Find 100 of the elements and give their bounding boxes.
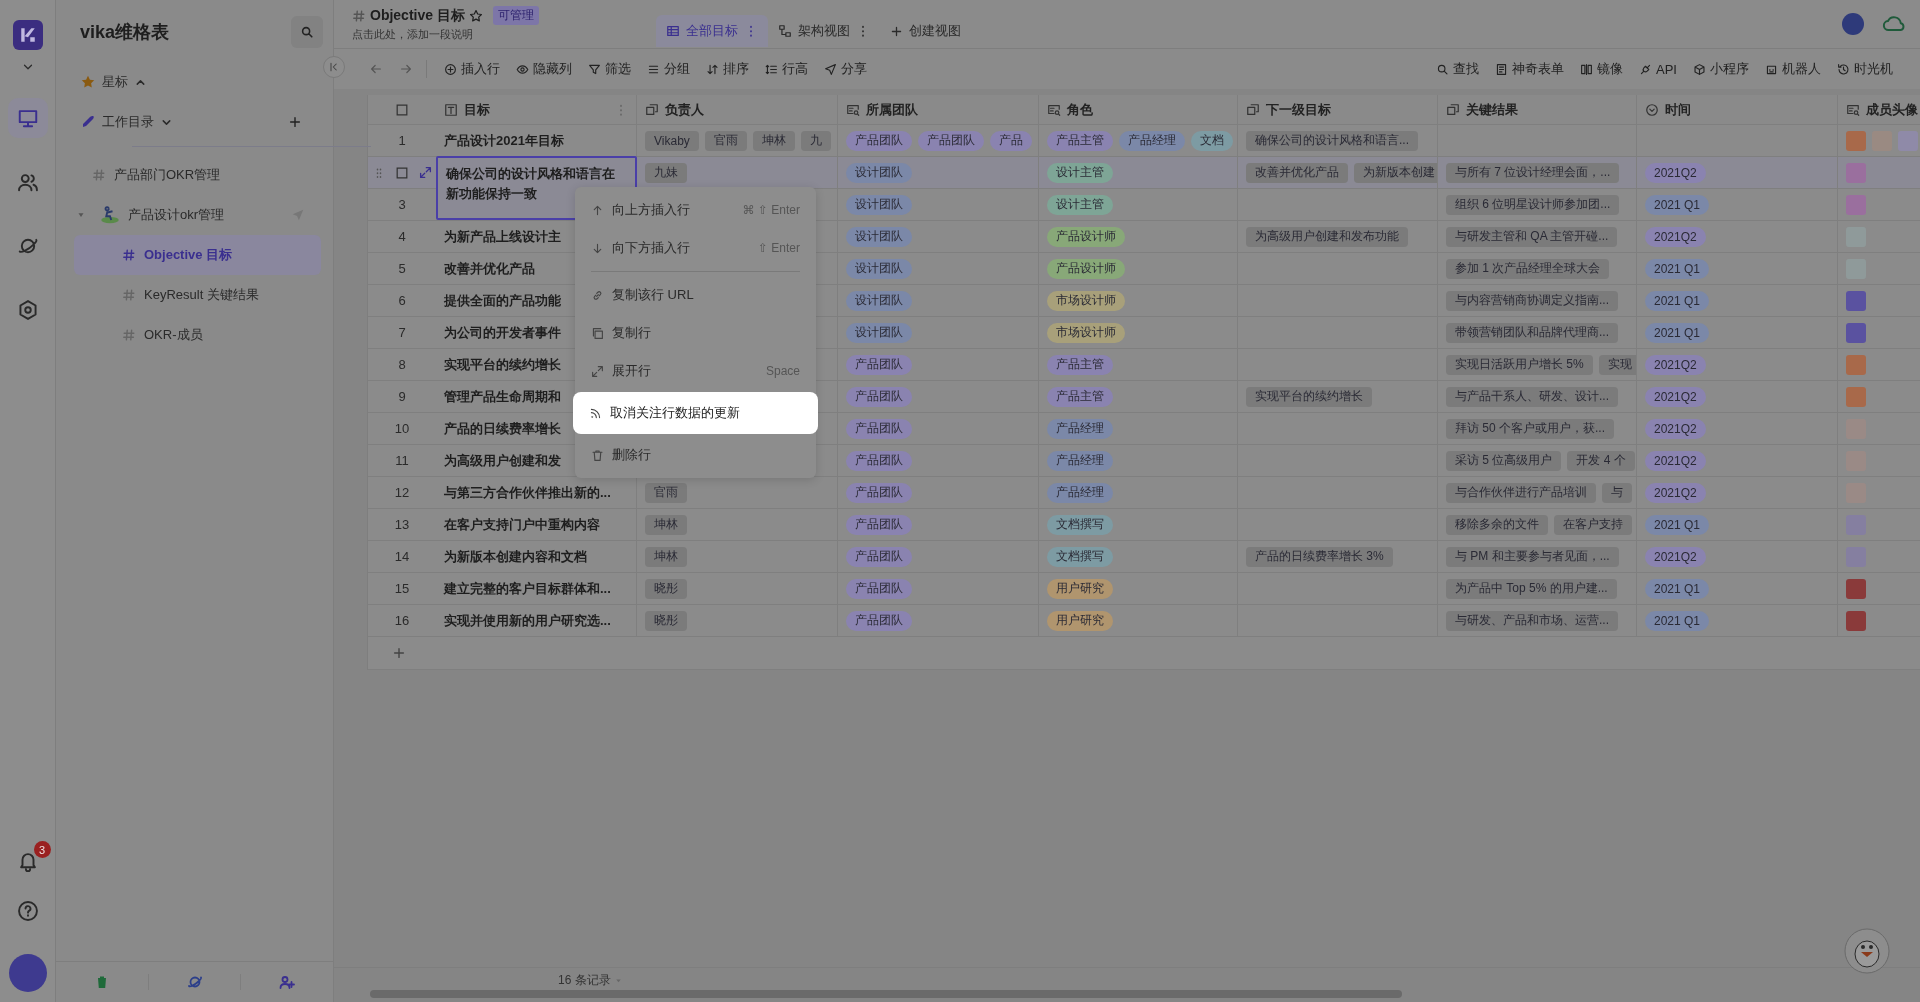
scrollbar[interactable] xyxy=(370,990,1402,998)
goal-text: 提供全面的产品功能 xyxy=(444,291,561,310)
text-field-icon xyxy=(444,102,458,117)
result-tag: 开发 4 个 xyxy=(1567,450,1635,471)
goal-text: 产品的日续费率增长 xyxy=(444,419,561,438)
team-tag: 产品团队 xyxy=(846,450,912,471)
column-header[interactable]: 负责人 xyxy=(665,100,704,119)
section-toggle[interactable]: 星标 xyxy=(102,73,147,91)
role-tag: 市场设计师 xyxy=(1047,290,1125,311)
tree-item[interactable]: OKR-成员 xyxy=(74,315,321,355)
expand-row-icon[interactable] xyxy=(418,166,432,179)
toolbar-button[interactable]: 神奇表单 xyxy=(1488,56,1572,82)
column-header[interactable]: 所属团队 xyxy=(866,100,918,119)
menu-item[interactable]: 取消关注行数据的更新 xyxy=(573,392,818,434)
filter-icon xyxy=(588,62,601,76)
add-user-icon[interactable] xyxy=(279,974,296,990)
person-tag: 官雨 xyxy=(645,482,687,503)
row-number: 14 xyxy=(394,549,410,564)
role-tag: 产品经理 xyxy=(1047,450,1113,471)
tree-item[interactable]: 产品设计okr管理 xyxy=(74,195,321,235)
section-toggle[interactable]: 工作目录 xyxy=(102,113,173,131)
goal-text: 改善并优化产品 xyxy=(444,259,535,278)
team-tag: 产品团队 xyxy=(846,514,912,535)
column-header[interactable]: 关键结果 xyxy=(1466,100,1518,119)
user-avatar[interactable] xyxy=(8,954,47,992)
quarter-tag: 2021Q2 xyxy=(1645,386,1706,407)
goal-tag: 为新版本创建 xyxy=(1354,162,1437,183)
menu-item[interactable]: 复制该行 URL xyxy=(575,276,816,314)
menu-item[interactable]: 向下方插入行 ⇧ Enter xyxy=(575,229,816,267)
toolbar-button[interactable]: 机器人 xyxy=(1758,56,1828,82)
tree-item[interactable]: Objective 目标 xyxy=(74,235,321,275)
add-row-icon[interactable] xyxy=(392,646,406,660)
mascot-icon[interactable] xyxy=(1844,928,1890,974)
help-button[interactable] xyxy=(16,900,39,922)
plus-icon xyxy=(890,24,903,38)
toolbar-button[interactable]: 插入行 xyxy=(437,56,507,82)
team-tag: 产品团队 xyxy=(846,482,912,503)
person-tag: 九妹 xyxy=(645,162,687,183)
toolbar-button[interactable]: 查找 xyxy=(1429,56,1487,82)
row-number: 15 xyxy=(394,581,410,596)
nav-button[interactable] xyxy=(7,98,48,138)
quarter-tag: 2021 Q1 xyxy=(1645,610,1710,631)
toolbar-button[interactable]: 分组 xyxy=(640,56,697,82)
quarter-tag: 2021 Q1 xyxy=(1645,514,1710,535)
toolbar-button[interactable]: 行高 xyxy=(758,56,815,82)
menu-item[interactable]: 复制行 xyxy=(575,314,816,352)
select-all-checkbox[interactable] xyxy=(395,102,409,117)
column-header[interactable]: 角色 xyxy=(1067,100,1093,119)
toolbar-button[interactable]: 筛选 xyxy=(581,56,638,82)
star-outline-icon[interactable] xyxy=(468,8,483,23)
view-tab[interactable]: 架构视图 xyxy=(768,15,880,47)
toolbar-button[interactable]: 排序 xyxy=(699,56,756,82)
planet-icon[interactable] xyxy=(186,974,203,990)
search-button[interactable] xyxy=(291,16,323,48)
team-tag: 设计团队 xyxy=(846,226,912,247)
view-tab[interactable]: 全部目标 xyxy=(656,15,768,47)
menu-item[interactable]: 展开行 Space xyxy=(575,352,816,390)
person-tag: 坤林 xyxy=(645,546,687,567)
toolbar-button[interactable]: API xyxy=(1632,57,1684,81)
create-view-button[interactable]: 创建视图 xyxy=(880,15,971,47)
team-tag: 设计团队 xyxy=(846,322,912,343)
option-field-icon xyxy=(1645,102,1659,117)
quarter-tag: 2021Q2 xyxy=(1645,354,1706,375)
role-tag: 产品主管 xyxy=(1047,354,1113,375)
role-tag: 产品设计师 xyxy=(1047,226,1125,247)
column-header[interactable]: 成员头像 xyxy=(1866,100,1918,119)
quarter-tag: 2021Q2 xyxy=(1645,450,1706,471)
role-tag: 产品经理 xyxy=(1047,418,1113,439)
goal-text: 建立完整的客户目标群体和... xyxy=(444,579,611,598)
tree-item[interactable]: 产品部门OKR管理 xyxy=(74,155,321,195)
row-number: 3 xyxy=(398,197,406,212)
app-logo[interactable] xyxy=(12,20,43,50)
quarter-tag: 2021 Q1 xyxy=(1645,322,1710,343)
toolbar-button[interactable]: 隐藏列 xyxy=(509,56,579,82)
tree-item[interactable]: KeyResult 关键结果 xyxy=(74,275,321,315)
team-tag: 设计团队 xyxy=(846,194,912,215)
toolbar-button[interactable]: 小程序 xyxy=(1686,56,1756,82)
link-field-icon xyxy=(1246,102,1260,117)
column-header[interactable]: 下一级目标 xyxy=(1266,100,1331,119)
role-tag: 用户研究 xyxy=(1047,610,1113,631)
hexagon-icon xyxy=(16,299,39,321)
collaborator-avatar xyxy=(1842,13,1864,35)
record-count[interactable]: 16 条记录 xyxy=(558,972,623,989)
menu-item[interactable]: 删除行 xyxy=(575,436,816,474)
toolbar-button[interactable]: 分享 xyxy=(817,56,874,82)
team-tag: 产品团队 xyxy=(846,386,912,407)
row-number: 5 xyxy=(398,261,406,276)
row-number: 1 xyxy=(398,133,406,148)
team-tag: 设计团队 xyxy=(846,162,912,183)
toolbar-button[interactable]: 时光机 xyxy=(1830,56,1900,82)
history-icon xyxy=(1837,62,1850,76)
result-tag: 与研发主管和 QA 主管开碰... xyxy=(1446,226,1618,247)
row-checkbox[interactable] xyxy=(394,165,409,180)
person-tag: 官雨 xyxy=(704,130,747,151)
result-tag: 参加 1 次产品经理全球大会 xyxy=(1446,258,1610,279)
column-header[interactable]: 目标 xyxy=(464,100,490,119)
row-number: 9 xyxy=(398,389,406,404)
column-header[interactable]: 时间 xyxy=(1665,100,1691,119)
toolbar-button[interactable]: 镜像 xyxy=(1573,56,1631,82)
collapse-sidebar-button[interactable] xyxy=(323,56,345,78)
